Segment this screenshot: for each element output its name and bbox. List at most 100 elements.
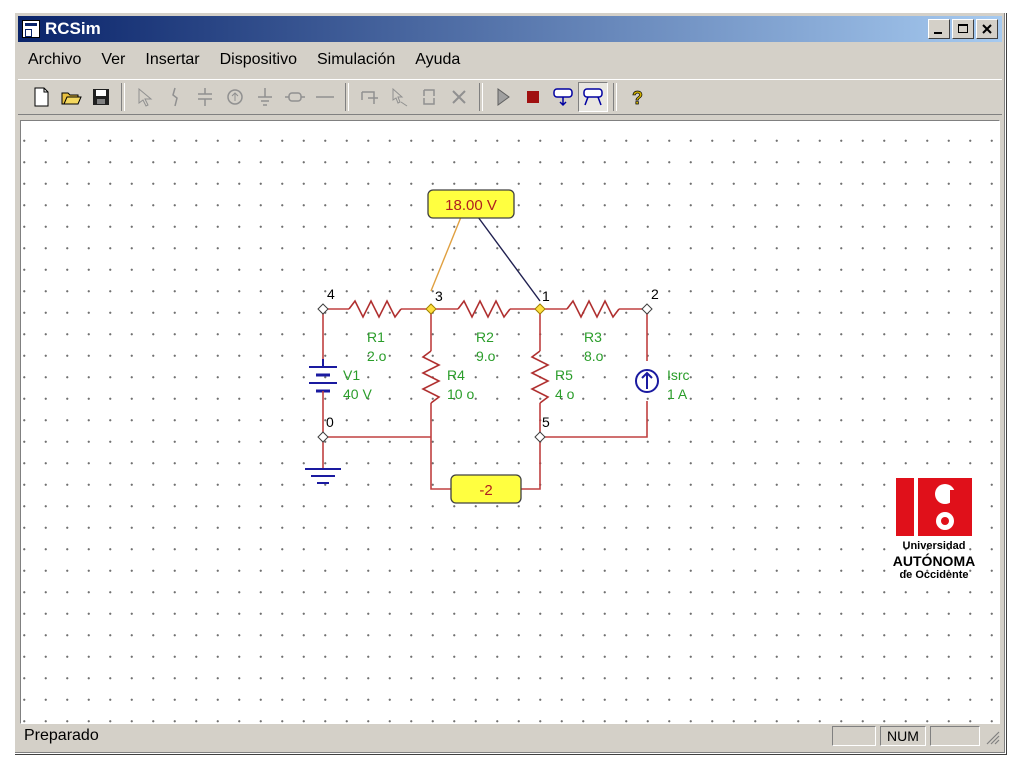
toolbar: ? [18,79,1002,115]
minimize-button[interactable] [928,19,950,39]
resize-grip-icon[interactable] [982,727,1000,745]
run-button[interactable] [488,82,518,112]
circuit-nodes [317,303,653,443]
new-file-button[interactable] [26,82,56,112]
voltmeter-probe-minus [477,216,541,302]
v1-name: V1 [343,367,360,383]
node-5-marker[interactable] [534,431,546,443]
node-0-marker[interactable] [317,431,329,443]
voltmeter-display[interactable]: 18.00 V [427,189,515,219]
select-pointer-button[interactable] [130,82,160,112]
select-pointer-icon [138,87,153,107]
stop-button[interactable] [518,82,548,112]
menu-archivo[interactable]: Archivo [18,51,91,69]
logo-line-3: de Occidente [899,569,969,581]
ammeter-button[interactable] [578,82,608,112]
r5-value: 4 o [555,386,575,402]
current-source-button[interactable] [220,82,250,112]
r4-name: R4 [447,367,465,383]
toolbar-separator [345,83,349,111]
resistor-icon [285,92,305,102]
rotate-icon [361,91,378,104]
save-icon [93,89,109,105]
resistor-button[interactable] [280,82,310,112]
ground-button[interactable] [250,82,280,112]
save-button[interactable] [86,82,116,112]
logo-line-1: Universidad [902,540,966,552]
toolbar-separator [613,83,617,111]
r2-name: R2 [476,329,494,345]
delete-button[interactable] [444,82,474,112]
node-label-2: 2 [651,286,659,302]
r3-value: 8.o [584,348,604,364]
isrc-value: 1 A [667,386,688,402]
flip-icon [423,89,435,105]
toolbar-separator [479,83,483,111]
maximize-icon [958,24,968,33]
rotate-button[interactable] [354,82,384,112]
resistor-r5[interactable] [531,350,549,404]
svg-text:?: ? [632,88,643,108]
ammeter-reading: -2 [479,482,492,499]
node-3-marker[interactable] [425,303,437,315]
move-button[interactable] [384,82,414,112]
university-logo: Universidad AUTÓNOMA de Occidente [874,476,994,582]
menu-dispositivo[interactable]: Dispositivo [210,51,307,69]
ground-icon [258,88,272,106]
close-icon [982,24,992,34]
node-4-marker[interactable] [317,303,329,315]
maximize-button[interactable] [952,19,974,39]
menu-ayuda[interactable]: Ayuda [405,51,470,69]
status-panel-blank [930,726,980,746]
schematic-canvas[interactable]: 4 3 1 2 0 5 R1 2.o R2 9.o R3 8.o R4 10 o… [20,120,1000,724]
r1-value: 2.o [367,348,387,364]
current-source-icon [227,89,243,105]
stop-icon [527,91,539,103]
r1-name: R1 [367,329,385,345]
line-button[interactable] [310,82,340,112]
menu-ver[interactable]: Ver [91,51,135,69]
node-1-marker[interactable] [534,303,546,315]
r4-value: 10 o [447,386,474,402]
r3-name: R3 [584,329,602,345]
node-label-1: 1 [542,288,550,304]
flip-button[interactable] [414,82,444,112]
node-2-marker[interactable] [641,303,653,315]
menu-bar: Archivo Ver Insertar Dispositivo Simulac… [18,47,1002,73]
menu-insertar[interactable]: Insertar [135,51,209,69]
capacitor-button[interactable] [190,82,220,112]
voltmeter-probe-plus [430,216,462,292]
resistor-r3[interactable] [566,300,620,318]
voltmeter-reading: 18.00 V [445,197,497,214]
menu-simulacion[interactable]: Simulación [307,51,405,69]
ammeter-display[interactable]: -2 [450,474,522,504]
ammeter-icon [583,88,603,106]
node-label-3: 3 [435,288,443,304]
close-button[interactable] [976,19,998,39]
app-icon[interactable] [22,20,40,38]
resistor-r2[interactable] [457,300,511,318]
ground-symbol [305,468,341,484]
help-button[interactable]: ? [622,82,652,112]
resistor-r4[interactable] [422,350,440,404]
title-bar[interactable]: RCSim [18,16,1002,42]
status-num-indicator: NUM [880,726,926,746]
open-folder-button[interactable] [56,82,86,112]
resistor-r1[interactable] [348,300,402,318]
line-icon [316,96,334,98]
current-source-isrc[interactable] [635,369,659,393]
node-label-4: 4 [327,286,335,302]
window-title: RCSim [45,19,101,38]
v1-value: 40 V [343,386,372,402]
logo-mark [874,476,994,538]
help-icon: ? [632,88,644,108]
move-icon [392,87,408,107]
window-controls [928,19,998,39]
wire-button[interactable] [160,82,190,112]
voltmeter-button[interactable] [548,82,578,112]
battery-v1[interactable] [309,359,337,407]
isrc-name: Isrc [667,367,690,383]
new-file-icon [34,87,49,107]
capacitor-icon [198,88,212,106]
toolbar-separator [121,83,125,111]
